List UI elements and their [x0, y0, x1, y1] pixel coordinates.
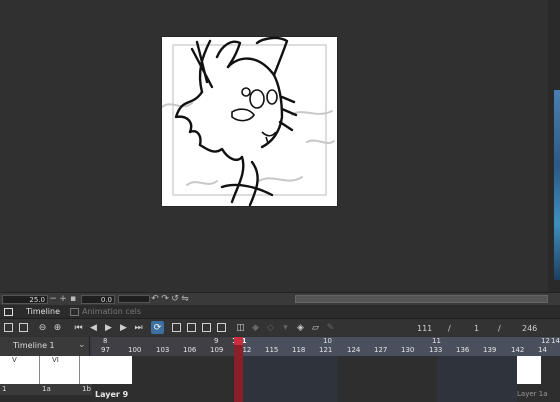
rotate-left-icon[interactable]: ↶: [150, 294, 160, 304]
reset-rotation-icon[interactable]: ↺: [170, 294, 180, 304]
zoom-in-icon[interactable]: +: [58, 294, 68, 304]
ruler-frame-label: 130: [401, 346, 415, 354]
panel-menu-icon[interactable]: [0, 307, 21, 316]
shape-icon[interactable]: ▱: [309, 321, 322, 334]
ruler-frame-label: 118: [292, 346, 306, 354]
frame-separator-2: /: [498, 324, 501, 333]
first-frame-icon[interactable]: ⏮: [72, 321, 85, 334]
cel-frame[interactable]: VI: [40, 356, 80, 384]
ruler-page-label: 9: [214, 337, 219, 345]
keyframe-icon[interactable]: ◆: [249, 321, 262, 334]
zoom-out-icon[interactable]: −: [48, 294, 58, 304]
pen-icon[interactable]: ✎: [324, 321, 337, 334]
cel-name: 1b: [82, 385, 91, 393]
ruler-page-label: 12: [541, 337, 550, 345]
chevron-down-icon[interactable]: ⌄: [78, 340, 86, 350]
ruler-page-label: 10: [323, 337, 332, 345]
ruler-frame-label: 14: [538, 346, 547, 354]
side-panel-edge: [548, 0, 560, 292]
canvas-area[interactable]: [0, 0, 548, 292]
timeline-header: Timeline 1 ⌄ 97 100 103 106 109 112 115 118 121 1…: [0, 337, 560, 356]
tab-timeline[interactable]: Timeline: [21, 305, 65, 318]
cel-names: 1 1a 1b: [0, 384, 92, 395]
cel-name: 1a: [42, 385, 51, 393]
playhead[interactable]: [234, 337, 243, 402]
ruler-frame-label: 103: [156, 346, 170, 354]
ruler-frame-label: 142: [511, 346, 525, 354]
timeline-name: Timeline 1: [13, 341, 55, 350]
interpolation-icon[interactable]: ◇: [264, 321, 277, 334]
rotate-right-icon[interactable]: ↷: [160, 294, 170, 304]
cels-icon: [70, 307, 80, 316]
frame-ruler[interactable]: 97 100 103 106 109 112 115 118 121 124 127 130 133 13…: [92, 337, 560, 356]
timeline-selector[interactable]: Timeline 1 ⌄: [0, 337, 90, 356]
camera-icon[interactable]: ◫: [234, 321, 247, 334]
rotation-slider[interactable]: [118, 295, 150, 303]
onion-skin-icon[interactable]: [200, 321, 213, 334]
sketch-drawing: [162, 37, 335, 206]
flip-icon[interactable]: ⇋: [180, 294, 190, 304]
fit-icon[interactable]: ▪: [68, 294, 78, 304]
cel-mark: VI: [52, 356, 59, 364]
ruler-frame-label: 136: [456, 346, 470, 354]
assign-cel-icon[interactable]: [185, 321, 198, 334]
ruler-frame-label: 139: [483, 346, 497, 354]
zoom-in-timeline-icon[interactable]: ⊕: [51, 321, 64, 334]
transform-icon[interactable]: ◈: [294, 321, 307, 334]
horizontal-scrollbar[interactable]: [295, 295, 548, 303]
ruler-frame-label: 133: [429, 346, 443, 354]
cel-frame[interactable]: V: [0, 356, 40, 384]
rotation-field[interactable]: 0.0: [81, 294, 115, 304]
next-frame-icon[interactable]: ▶: [117, 321, 130, 334]
cel-mark: V: [12, 356, 17, 364]
canvas-status-bar: 25.0 − + ▪ 0.0 ↶ ↷ ↺ ⇋: [0, 292, 560, 305]
dropdown-icon[interactable]: ▾: [279, 321, 292, 334]
layer-track[interactable]: [92, 356, 560, 402]
ruler-page-label: 14: [551, 337, 560, 345]
previous-frame-icon[interactable]: ◀: [87, 321, 100, 334]
new-cel-icon[interactable]: [170, 321, 183, 334]
end-frame: 246: [522, 324, 538, 333]
cel-name: 1: [2, 385, 7, 393]
ruler-frame-label: 100: [128, 346, 142, 354]
ruler-page-label: 11: [432, 337, 441, 345]
tab-animation-cels-label: Animation cels: [82, 307, 142, 316]
playhead-handle[interactable]: [234, 337, 243, 345]
frame-separator: /: [448, 324, 451, 333]
ruler-frame-label: 97: [101, 346, 110, 354]
drawing-canvas[interactable]: [162, 37, 337, 206]
end-cel-block[interactable]: [517, 356, 541, 384]
ruler-frame-label: 106: [183, 346, 197, 354]
page-number: 1: [474, 324, 480, 333]
zoom-field[interactable]: 25.0: [2, 294, 48, 304]
track-shade: [237, 356, 338, 402]
zoom-out-timeline-icon[interactable]: ⊖: [36, 321, 49, 334]
ruler-frame-label: 121: [319, 346, 333, 354]
play-icon[interactable]: ▶: [102, 321, 115, 334]
tab-animation-cels[interactable]: Animation cels: [65, 305, 146, 318]
ruler-page-label: 8: [103, 337, 108, 345]
panel-tab-bar: Timeline Animation cels: [0, 305, 560, 319]
ruler-frame-label: 127: [374, 346, 388, 354]
ruler-frame-label: 124: [347, 346, 361, 354]
ruler-frame-label: 115: [265, 346, 279, 354]
timeline-settings-icon[interactable]: [17, 321, 30, 334]
light-table-icon[interactable]: [215, 321, 228, 334]
current-frame: 111: [417, 324, 433, 333]
last-frame-icon[interactable]: ⏭: [132, 321, 145, 334]
loop-icon[interactable]: ⟳: [151, 321, 164, 334]
track-shade: [437, 356, 517, 402]
tab-timeline-label: Timeline: [26, 307, 61, 316]
cel-block[interactable]: [92, 356, 132, 384]
new-timeline-icon[interactable]: [2, 321, 15, 334]
layer-name: Layer 9: [95, 390, 129, 399]
timeline-tracks[interactable]: VVIV 11a1b: [0, 356, 560, 402]
cel-strip[interactable]: VVIV: [0, 356, 120, 384]
end-layer-label: Layer 1a: [517, 390, 548, 398]
ruler-frame-label: 109: [210, 346, 224, 354]
